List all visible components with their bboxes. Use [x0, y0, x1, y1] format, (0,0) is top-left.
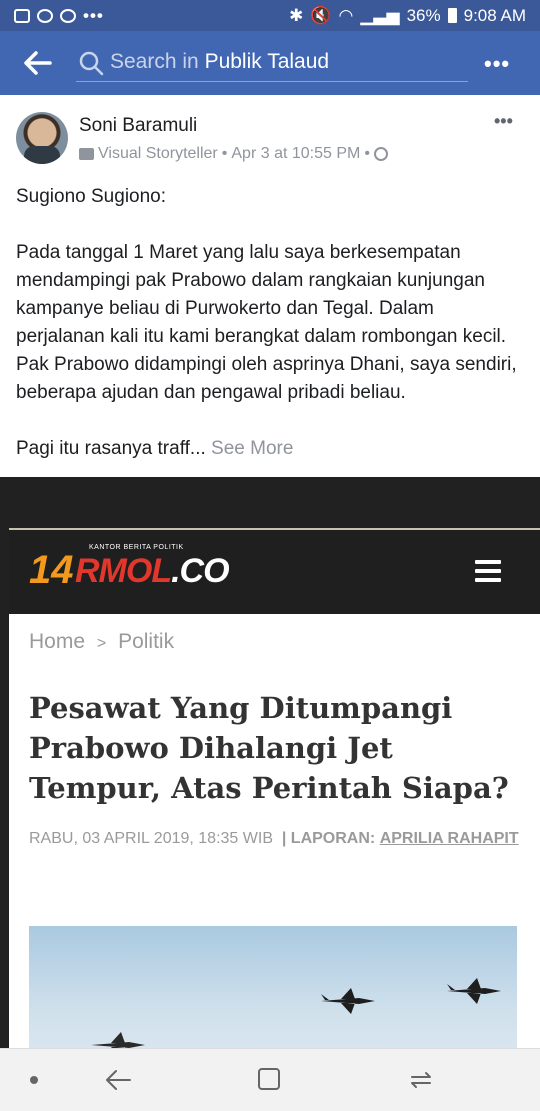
site-header: 14 KANTOR BERITA POLITIK RMOL.CO	[9, 530, 540, 614]
soccer-icon	[60, 8, 76, 23]
battery-percent: 36%	[406, 5, 441, 25]
whatsapp-icon	[37, 8, 53, 23]
more-options-icon[interactable]: •••	[484, 51, 510, 77]
post-text: Sugiono Sugiono: Pada tanggal 1 Maret ya…	[16, 183, 521, 463]
post-timestamp[interactable]: Apr 3 at 10:55 PM	[231, 145, 360, 163]
post-options-icon[interactable]: •••	[494, 111, 513, 132]
post-teaser: Pagi itu rasanya traff... See More	[16, 435, 521, 463]
back-arrow-icon[interactable]	[22, 49, 52, 77]
search-input[interactable]: Search in Publik Talaud	[110, 50, 329, 74]
hamburger-menu-icon	[475, 560, 501, 582]
breadcrumb: Home > Politik	[29, 630, 174, 654]
fighter-jet-icon	[321, 988, 375, 1014]
article-screenshot: 14 KANTOR BERITA POLITIK RMOL.CO Home > …	[9, 528, 540, 1050]
breadcrumb-section: Politik	[118, 630, 175, 653]
author-name[interactable]: Soni Baramuli	[79, 115, 197, 137]
post-meta: Visual Storyteller • Apr 3 at 10:55 PM •	[79, 145, 388, 163]
search-icon[interactable]	[78, 50, 104, 76]
meta-separator: •	[221, 145, 228, 162]
post-header: Soni Baramuli Visual Storyteller • Apr 3…	[0, 95, 540, 175]
home-icon[interactable]	[258, 1068, 280, 1090]
system-navigation-bar	[0, 1048, 540, 1111]
article-headline: Pesawat Yang Ditumpangi Prabowo Dihalang…	[29, 691, 509, 805]
globe-icon	[373, 147, 388, 161]
author-badge: Visual Storyteller	[98, 145, 218, 162]
post-line: Sugiono Sugiono:	[16, 186, 167, 207]
breadcrumb-home: Home	[29, 630, 86, 653]
meta-separator: •	[364, 145, 370, 162]
top-nav-bar: Search in Publik Talaud •••	[0, 31, 540, 95]
mute-icon: 🔇	[310, 5, 332, 25]
author-avatar[interactable]	[16, 112, 68, 164]
search-underline	[76, 81, 468, 82]
article-dateline: RABU, 03 APRIL 2019, 18:35 WIB | LAPORAN…	[29, 824, 519, 854]
recent-apps-icon[interactable]	[408, 1067, 434, 1093]
article-date: RABU, 03 APRIL 2019, 18:35 WIB	[29, 830, 273, 847]
search-placeholder-prefix: Search in	[110, 50, 205, 73]
fighter-jet-icon	[91, 1032, 145, 1050]
breadcrumb-separator: >	[96, 635, 107, 652]
system-back-icon[interactable]	[104, 1067, 132, 1093]
post-teaser-text: Pagi itu rasanya traff...	[16, 438, 206, 459]
search-group-name: Publik Talaud	[204, 50, 330, 73]
rmol-logo: 14 KANTOR BERITA POLITIK RMOL.CO	[29, 544, 249, 602]
bluetooth-icon: ✱	[289, 5, 304, 25]
wifi-icon: ◠	[338, 5, 354, 25]
fighter-jet-icon	[447, 978, 501, 1004]
reporter-name: APRILIA RAHAPIT	[379, 830, 519, 847]
status-right: ✱ 🔇 ◠ ▁▃▅ 36% 9:08 AM	[289, 6, 526, 26]
post-paragraph: Pada tanggal 1 Maret yang lalu saya berk…	[16, 242, 517, 403]
keyboard-dot-icon[interactable]	[30, 1076, 38, 1084]
post-photo[interactable]: 14 KANTOR BERITA POLITIK RMOL.CO Home > …	[0, 477, 540, 1050]
see-more-link[interactable]: See More	[211, 438, 293, 459]
more-notifications-icon: •••	[83, 5, 104, 25]
article-photo	[29, 926, 517, 1050]
visual-storyteller-icon	[79, 148, 94, 160]
logo-wordmark: RMOL.CO	[75, 552, 230, 590]
logo-number: 14	[29, 548, 74, 592]
logo-tagline: KANTOR BERITA POLITIK	[89, 544, 184, 551]
status-left-icons: •••	[14, 6, 104, 26]
report-label: | LAPORAN:	[281, 830, 376, 847]
clock: 9:08 AM	[463, 5, 526, 25]
status-bar: ••• ✱ 🔇 ◠ ▁▃▅ 36% 9:08 AM	[0, 0, 540, 31]
battery-icon	[447, 8, 457, 23]
signal-icon: ▁▃▅	[360, 5, 400, 25]
gallery-icon	[14, 8, 30, 23]
